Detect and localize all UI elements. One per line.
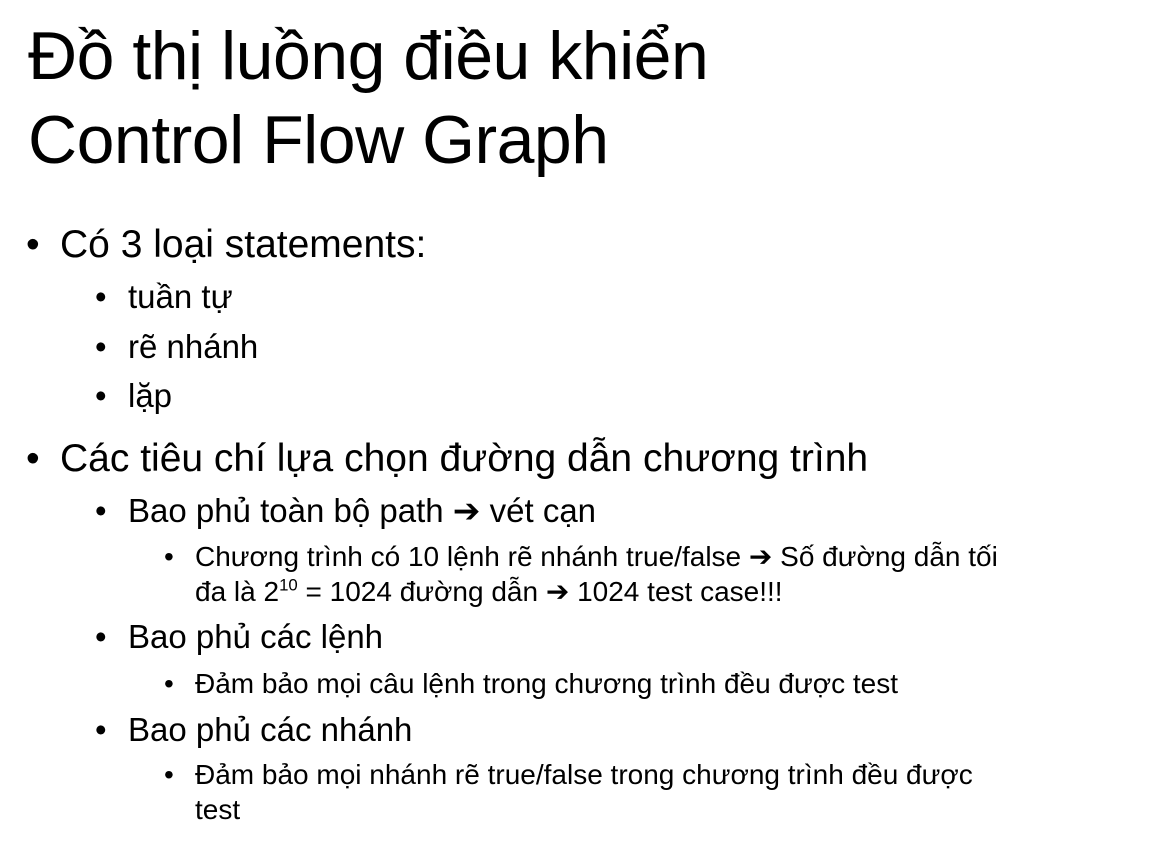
title-vietnamese: Đồ thị luồng điều khiển [28, 18, 709, 94]
branch-coverage-detail-line1: Đảm bảo mọi nhánh rẽ true/false trong ch… [195, 759, 973, 790]
detail-branch-coverage: • Đảm bảo mọi nhánh rẽ true/false trong … [164, 758, 973, 792]
title-english: Control Flow Graph [28, 102, 609, 178]
detail-path-part2: Số đường dẫn tối [780, 541, 998, 572]
branch-coverage-detail-line2: test [195, 794, 241, 825]
detail-path-part1: Chương trình có 10 lệnh rẽ nhánh true/fa… [195, 541, 742, 572]
arrow-right-icon: ➔ [748, 540, 773, 573]
detail-path-part4: = 1024 đường dẫn [305, 576, 539, 607]
bullet-icon: • [164, 541, 174, 572]
bullet-icon: • [95, 278, 107, 315]
bullet-statement-types-text: Có 3 loại statements: [60, 223, 427, 266]
sub-bullet-sequential-text: tuần tự [128, 278, 233, 315]
path-coverage-result: vét cạn [489, 492, 597, 529]
detail-path-count-continued: đa là 210 = 1024 đường dẫn ➔ 1024 test c… [195, 575, 783, 609]
bullet-path-criteria-text: Các tiêu chí lựa chọn đường dẫn chương t… [60, 437, 869, 480]
branch-coverage-label: Bao phủ các nhánh [128, 711, 413, 748]
sub-bullet-branching-text: rẽ nhánh [128, 328, 259, 365]
statement-coverage-label: Bao phủ các lệnh [128, 618, 384, 655]
sub-bullet-branch-coverage: • Bao phủ các nhánh [95, 710, 413, 750]
exponent: 10 [279, 575, 298, 595]
sub-bullet-statement-coverage: • Bao phủ các lệnh [95, 617, 384, 657]
sub-bullet-path-coverage: • Bao phủ toàn bộ path ➔ vét cạn [95, 491, 597, 531]
bullet-icon: • [95, 328, 107, 365]
bullet-statement-types: • Có 3 loại statements: [26, 222, 427, 268]
bullet-icon: • [26, 437, 40, 480]
path-coverage-label: Bao phủ toàn bộ path [128, 492, 444, 529]
sub-bullet-sequential: • tuần tự [95, 277, 233, 317]
bullet-path-criteria: • Các tiêu chí lựa chọn đường dẫn chương… [26, 436, 869, 482]
bullet-icon: • [95, 618, 107, 655]
sub-bullet-loop-text: lặp [128, 377, 173, 414]
bullet-icon: • [95, 711, 107, 748]
detail-branch-coverage-continued: test [195, 793, 240, 827]
bullet-icon: • [95, 492, 107, 529]
sub-bullet-loop: • lặp [95, 376, 173, 416]
detail-path-part5: 1024 test case!!! [577, 576, 783, 607]
bullet-icon: • [95, 377, 107, 414]
bullet-icon: • [26, 223, 40, 266]
arrow-right-icon: ➔ [452, 491, 481, 530]
detail-path-part3: đa là 2 [195, 576, 280, 607]
bullet-icon: • [164, 668, 174, 699]
detail-path-count: • Chương trình có 10 lệnh rẽ nhánh true/… [164, 540, 998, 574]
sub-bullet-branching: • rẽ nhánh [95, 327, 259, 367]
arrow-right-icon: ➔ [545, 575, 570, 608]
statement-coverage-detail: Đảm bảo mọi câu lệnh trong chương trình … [195, 668, 899, 699]
detail-statement-coverage: • Đảm bảo mọi câu lệnh trong chương trìn… [164, 667, 899, 701]
bullet-icon: • [164, 759, 174, 790]
slide-title: Đồ thị luồng điều khiển Control Flow Gra… [28, 14, 709, 182]
